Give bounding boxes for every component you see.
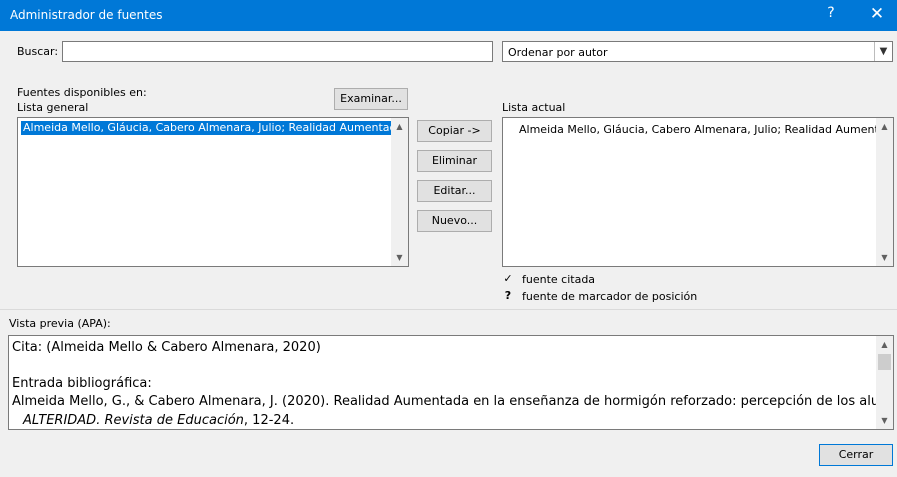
- new-button[interactable]: Nuevo...: [417, 210, 492, 232]
- scroll-down-icon[interactable]: ▼: [876, 412, 893, 429]
- master-list-scrollbar[interactable]: ▲ ▼: [391, 118, 408, 266]
- available-sources-header: Fuentes disponibles en:: [17, 86, 147, 99]
- preview-journal-title: ALTERIDAD. Revista de Educación: [23, 413, 244, 428]
- chevron-down-icon[interactable]: ▼: [874, 42, 892, 61]
- current-list-scrollbar[interactable]: ▲ ▼: [876, 118, 893, 266]
- close-button[interactable]: Cerrar: [819, 444, 893, 466]
- scroll-down-icon[interactable]: ▼: [391, 249, 408, 266]
- sort-dropdown[interactable]: Ordenar por autor ▼: [502, 41, 893, 62]
- checkmark-icon: ✓: [503, 272, 513, 285]
- current-list[interactable]: Almeida Mello, Gláucia, Cabero Almenara,…: [502, 117, 894, 267]
- master-list-label: Lista general: [17, 101, 89, 114]
- question-mark-icon: ?: [504, 289, 512, 302]
- list-item[interactable]: Almeida Mello, Gláucia, Cabero Almenara,…: [21, 121, 391, 135]
- scroll-up-icon[interactable]: ▲: [391, 118, 408, 135]
- title-bar: Administrador de fuentes ? ✕: [0, 0, 897, 31]
- preview-box[interactable]: Cita: (Almeida Mello & Cabero Almenara, …: [8, 335, 894, 430]
- current-list-label: Lista actual: [502, 101, 566, 114]
- browse-button[interactable]: Examinar...: [334, 88, 408, 110]
- delete-button[interactable]: Eliminar: [417, 150, 492, 172]
- preview-citation: Cita: (Almeida Mello & Cabero Almenara, …: [12, 340, 321, 355]
- scroll-down-icon[interactable]: ▼: [876, 249, 893, 266]
- list-item[interactable]: Almeida Mello, Gláucia, Cabero Almenara,…: [519, 123, 893, 137]
- window-title: Administrador de fuentes: [10, 8, 163, 22]
- help-icon[interactable]: ?: [817, 5, 845, 27]
- placeholder-source-legend: fuente de marcador de posición: [522, 290, 698, 303]
- scrollbar-thumb[interactable]: [878, 354, 891, 370]
- preview-bibliography-line: Almeida Mello, G., & Cabero Almenara, J.…: [12, 394, 894, 409]
- edit-button[interactable]: Editar...: [417, 180, 492, 202]
- close-icon[interactable]: ✕: [862, 4, 892, 26]
- preview-pages: , 12-24.: [243, 413, 295, 428]
- preview-bibliography-header: Entrada bibliográfica:: [12, 376, 152, 391]
- search-input[interactable]: [62, 41, 493, 62]
- copy-button[interactable]: Copiar ->: [417, 120, 492, 142]
- sort-dropdown-value: Ordenar por autor: [508, 46, 608, 59]
- scroll-up-icon[interactable]: ▲: [876, 118, 893, 135]
- scroll-up-icon[interactable]: ▲: [876, 336, 893, 353]
- cited-source-legend: fuente citada: [522, 273, 596, 286]
- master-list[interactable]: Almeida Mello, Gláucia, Cabero Almenara,…: [17, 117, 409, 267]
- preview-label: Vista previa (APA):: [9, 317, 111, 330]
- search-label: Buscar:: [17, 45, 59, 58]
- preview-scrollbar[interactable]: ▲ ▼: [876, 336, 893, 429]
- divider: [0, 309, 897, 310]
- preview-bibliography-journal-line: ALTERIDAD. Revista de Educación, 12-24.: [23, 413, 294, 428]
